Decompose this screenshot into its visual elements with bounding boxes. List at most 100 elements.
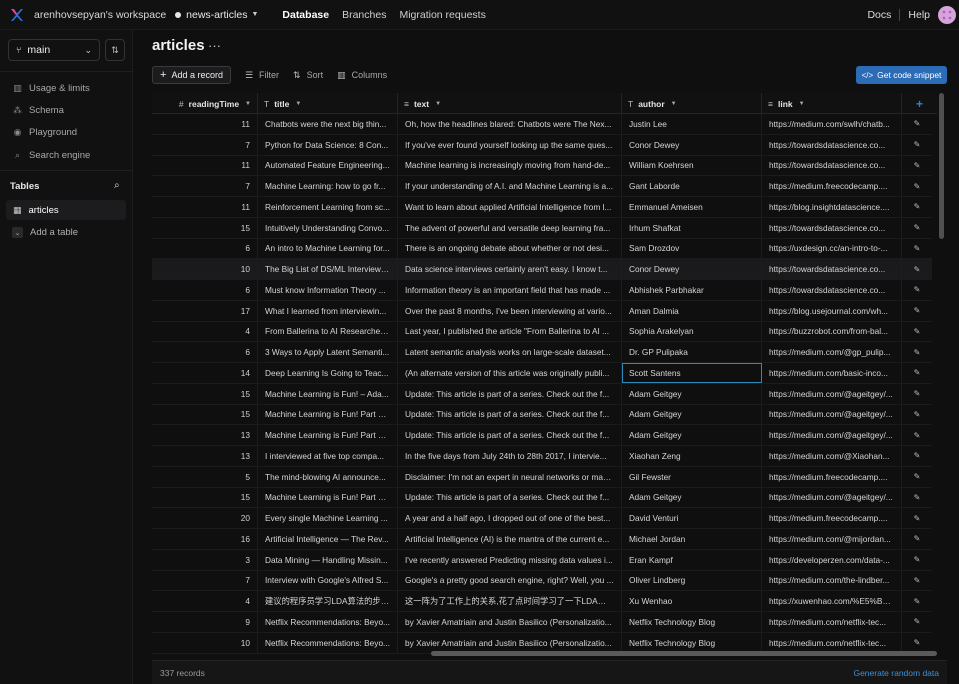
cell-text[interactable]: Update: This article is part of a series… <box>398 487 622 508</box>
cell-text[interactable]: Last year, I published the article "From… <box>398 321 622 342</box>
cell-author[interactable]: Dr. GP Pulipaka <box>622 342 762 362</box>
cell-link[interactable]: https://medium.com/the-lindber... <box>762 570 902 591</box>
cell-author[interactable]: Conor Dewey <box>622 259 762 279</box>
cell-link[interactable]: https://xuwenhao.com/%E5%BB... <box>762 591 902 611</box>
cell-readingtime[interactable]: 11 <box>152 114 258 134</box>
cell-link[interactable]: https://medium.com/@ageitgey/... <box>762 425 902 445</box>
cell-link[interactable]: https://medium.freecodecamp.... <box>762 466 902 487</box>
cell-title[interactable]: The mind-blowing AI announce... <box>258 466 398 487</box>
cell-title[interactable]: From Ballerina to AI Researcher:... <box>258 321 398 342</box>
cell-text[interactable]: Latent semantic analysis works on large-… <box>398 342 622 362</box>
filter-button[interactable]: ☰ Filter <box>245 70 279 81</box>
docs-link[interactable]: Docs <box>867 9 891 21</box>
table-row[interactable]: 11 Automated Feature Engineering... Machin… <box>152 155 932 177</box>
cell-text[interactable]: Want to learn about applied Artificial I… <box>398 197 622 217</box>
cell-text[interactable]: In the five days from July 24th to 28th … <box>398 446 622 466</box>
add-record-button[interactable]: + Add a record <box>152 66 231 84</box>
table-row[interactable]: 4 建议的程序员学习LDA算法的步骤... 这一阵为了工作上的关系,花了点时间学习了… <box>152 591 932 612</box>
cell-text[interactable]: Over the past 8 months, I've been interv… <box>398 300 622 321</box>
cell-link[interactable]: https://towardsdatascience.co... <box>762 155 902 176</box>
cell-link[interactable]: https://medium.com/@gp_pulip... <box>762 342 902 362</box>
cell-title[interactable]: Netflix Recommendations: Beyo... <box>258 612 398 632</box>
cell-text[interactable]: Oh, how the headlines blared: Chatbots w… <box>398 114 622 134</box>
cell-link[interactable]: https://towardsdatascience.co... <box>762 259 902 279</box>
edit-record-button[interactable]: ✎ <box>902 259 932 279</box>
cell-title[interactable]: Interview with Google's Alfred S... <box>258 570 398 591</box>
edit-record-button[interactable]: ✎ <box>902 156 932 176</box>
cell-link[interactable]: https://towardsdatascience.co... <box>762 217 902 238</box>
cell-link[interactable]: https://buzzrobot.com/from-bal... <box>762 321 902 342</box>
cell-title[interactable]: Intuitively Understanding Convo... <box>258 217 398 238</box>
cell-link[interactable]: https://medium.com/@ageitgey/... <box>762 404 902 425</box>
table-row[interactable]: 7 Machine Learning: how to go fr... If you… <box>152 176 932 197</box>
cell-readingtime[interactable]: 17 <box>152 300 258 321</box>
column-header-author[interactable]: T author ▼ <box>622 93 762 114</box>
branch-selector[interactable]: ⑂ main ⌄ <box>8 39 100 61</box>
cell-readingtime[interactable]: 10 <box>152 632 258 653</box>
edit-record-button[interactable]: ✎ <box>902 425 932 445</box>
table-row[interactable]: 6 An intro to Machine Learning for... Ther… <box>152 238 932 260</box>
cell-readingtime[interactable]: 6 <box>152 238 258 259</box>
nav-migration-requests[interactable]: Migration requests <box>399 9 485 21</box>
table-row[interactable]: 7 Python for Data Science: 8 Con... If you… <box>152 134 932 156</box>
cell-author[interactable]: Adam Geitgey <box>622 383 762 404</box>
cell-author[interactable]: Irhum Shafkat <box>622 217 762 238</box>
column-header-link[interactable]: ≡ link ▼ <box>762 93 902 114</box>
edit-record-button[interactable]: ✎ <box>902 405 932 425</box>
cell-text[interactable]: Google's a pretty good search engine, ri… <box>398 570 622 591</box>
database-selector[interactable]: news-articles <box>186 9 247 21</box>
cell-author[interactable]: Conor Dewey <box>622 134 762 155</box>
cell-text[interactable]: by Xavier Amatriain and Justin Basilico … <box>398 632 622 653</box>
edit-record-button[interactable]: ✎ <box>902 384 932 404</box>
nav-branches[interactable]: Branches <box>342 9 386 21</box>
table-row[interactable]: 15 Machine Learning is Fun! Part 2 ... Upd… <box>152 487 932 509</box>
table-row[interactable]: 13 Machine Learning is Fun! Part 4:... Upd… <box>152 425 932 446</box>
cell-text[interactable]: Data science interviews certainly aren't… <box>398 259 622 279</box>
table-row[interactable]: 10 The Big List of DS/ML Interview ... Dat… <box>152 259 932 280</box>
table-row[interactable]: 14 Deep Learning Is Going to Teac... (An a… <box>152 363 932 384</box>
cell-text[interactable]: Update: This article is part of a series… <box>398 404 622 425</box>
cell-text[interactable]: The advent of powerful and versatile dee… <box>398 217 622 238</box>
cell-text[interactable]: Machine learning is increasingly moving … <box>398 155 622 176</box>
cell-readingtime[interactable]: 7 <box>152 176 258 196</box>
cell-title[interactable]: Netflix Recommendations: Beyo... <box>258 632 398 653</box>
cell-readingtime[interactable]: 5 <box>152 466 258 487</box>
cell-link[interactable]: https://uxdesign.cc/an-intro-to-... <box>762 238 902 259</box>
edit-record-button[interactable]: ✎ <box>902 322 932 342</box>
add-column-button[interactable]: + <box>902 93 937 114</box>
caret-down-icon[interactable]: ▼ <box>295 101 301 107</box>
edit-record-button[interactable]: ✎ <box>902 467 932 487</box>
cell-title[interactable]: Machine Learning is Fun! Part 4:... <box>258 425 398 445</box>
table-row[interactable]: 3 Data Mining — Handling Missin... I've re… <box>152 549 932 571</box>
cell-readingtime[interactable]: 6 <box>152 280 258 300</box>
cell-link[interactable]: https://blog.insightdatascience.... <box>762 197 902 217</box>
edit-record-button[interactable]: ✎ <box>902 571 932 591</box>
edit-record-button[interactable]: ✎ <box>902 197 932 217</box>
cell-link[interactable]: https://medium.com/@mijordan... <box>762 529 902 549</box>
edit-record-button[interactable]: ✎ <box>902 488 932 508</box>
cell-readingtime[interactable]: 4 <box>152 591 258 611</box>
cell-readingtime[interactable]: 15 <box>152 487 258 508</box>
search-icon[interactable]: ⌕ <box>114 180 120 191</box>
table-row[interactable]: 13 I interviewed at five top compa... In t… <box>152 446 932 467</box>
edit-record-button[interactable]: ✎ <box>902 342 932 362</box>
cell-link[interactable]: https://medium.com/@Xiaohan... <box>762 446 902 466</box>
cell-readingtime[interactable]: 7 <box>152 134 258 155</box>
cell-title[interactable]: Data Mining — Handling Missin... <box>258 549 398 570</box>
column-header-text[interactable]: ≡ text ▼ <box>398 93 622 114</box>
cell-author[interactable]: Eran Kampf <box>622 549 762 570</box>
cell-title[interactable]: Every single Machine Learning ... <box>258 508 398 528</box>
cell-author[interactable]: Gil Fewster <box>622 466 762 487</box>
cell-author[interactable]: David Venturi <box>622 508 762 528</box>
cell-readingtime[interactable]: 11 <box>152 197 258 217</box>
xata-logo-icon[interactable] <box>10 8 24 22</box>
table-row[interactable]: 15 Intuitively Understanding Convo... The … <box>152 217 932 239</box>
cell-link[interactable]: https://towardsdatascience.co... <box>762 280 902 300</box>
get-code-snippet-button[interactable]: </> Get code snippet <box>856 66 947 84</box>
sidebar-item-playground[interactable]: ◉ Playground <box>12 127 78 138</box>
cell-text[interactable]: If your understanding of A.I. and Machin… <box>398 176 622 196</box>
cell-author[interactable]: Emmanuel Ameisen <box>622 197 762 217</box>
caret-down-icon[interactable]: ▼ <box>251 11 258 18</box>
cell-readingtime[interactable]: 7 <box>152 570 258 591</box>
table-row[interactable]: 11 Chatbots were the next big thin... Oh, … <box>152 114 932 135</box>
